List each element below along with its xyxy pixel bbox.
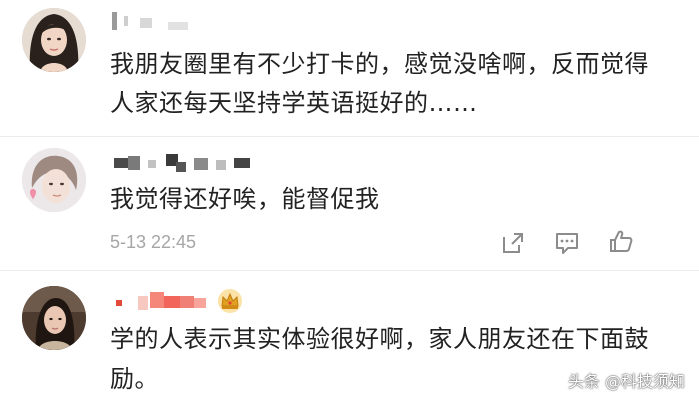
comment-icon[interactable]: [554, 230, 580, 256]
comment-text-line-2: 励。: [110, 365, 159, 393]
comment-text-line-1: 我朋友圈里有不少打卡的，感觉没啥啊，反而觉得: [110, 50, 649, 78]
comment-text-line-1: 我觉得还好唉，能督促我: [110, 185, 380, 213]
comment-item-1: 我朋友圈里有不少打卡的，感觉没啥啊，反而觉得 人家还每天坚持学英语挺好的……: [0, 0, 699, 140]
comment-item-2: 我觉得还好唉，能督促我 5-13 22:45: [0, 140, 699, 270]
comment-text-line-2: 人家还每天坚持学英语挺好的……: [110, 89, 478, 117]
divider: [0, 136, 699, 137]
watermark: 头条 @科技须知: [567, 372, 685, 391]
comment-text-line-1: 学的人表示其实体验很好啊，家人朋友还在下面鼓: [110, 325, 649, 353]
share-icon[interactable]: [500, 230, 526, 256]
avatar[interactable]: [22, 8, 86, 72]
username-redacted[interactable]: [110, 290, 210, 312]
username-redacted[interactable]: [110, 10, 200, 32]
avatar[interactable]: [22, 286, 86, 350]
avatar[interactable]: [22, 148, 86, 212]
divider: [0, 270, 699, 271]
comment-timestamp: 5-13 22:45: [110, 232, 197, 252]
like-icon[interactable]: [608, 228, 634, 254]
comment-feed: 我朋友圈里有不少打卡的，感觉没啥啊，反而觉得 人家还每天坚持学英语挺好的…… 我…: [0, 0, 699, 410]
username-redacted[interactable]: [110, 152, 260, 174]
crown-icon: [216, 288, 244, 314]
